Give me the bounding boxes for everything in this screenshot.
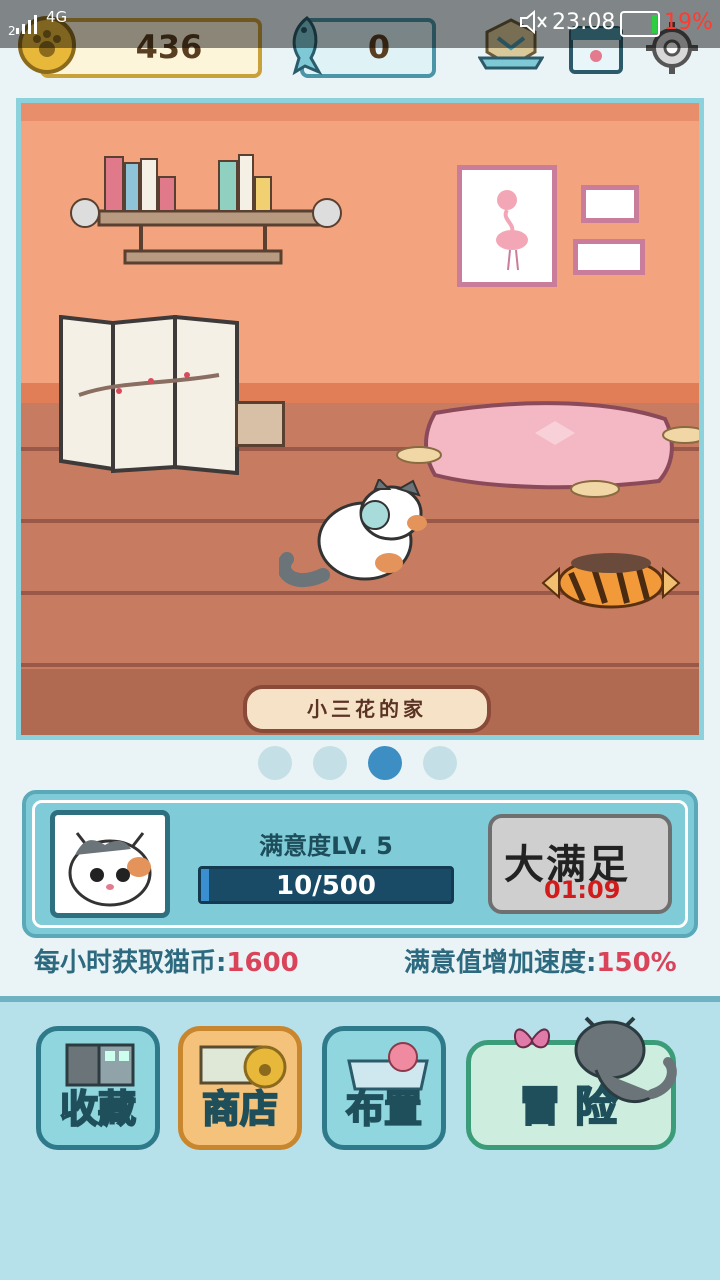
- shop-button[interactable]: 商店: [178, 1026, 302, 1150]
- satisfaction-speed-value: 150%: [596, 948, 677, 978]
- calico-cat[interactable]: [277, 477, 449, 597]
- room-name-plate: 小三花的家: [243, 685, 491, 733]
- satisfaction-speed: 满意值增加速度:150%: [404, 942, 677, 979]
- folding-screen[interactable]: [59, 314, 249, 479]
- food-bowl[interactable]: [541, 543, 681, 617]
- cat-room-scene[interactable]: 小三花的家: [16, 98, 704, 740]
- battery-percent: 19%: [664, 10, 713, 35]
- satisfaction-progress-bar: 10/500: [198, 866, 454, 904]
- small-frame-top: [581, 185, 639, 223]
- coins-per-hour-label: 每小时获取猫币:: [34, 948, 227, 978]
- cooldown-timer: 01:09: [544, 876, 621, 904]
- bookshelf[interactable]: [69, 151, 349, 285]
- cat-status-panel: 满意度LV. 5 10/500 大满足 01:09: [22, 790, 698, 938]
- battery-icon: [620, 11, 660, 37]
- butterfly-icon: [510, 1020, 554, 1064]
- coins-per-hour-value: 1600: [226, 948, 299, 978]
- clock: 23:08: [552, 10, 616, 35]
- page-dot-4[interactable]: [423, 746, 457, 780]
- page-dot-3[interactable]: [368, 746, 402, 780]
- satisfaction-progress-text: 10/500: [276, 871, 376, 901]
- ceiling-trim: [21, 103, 699, 121]
- cat-avatar[interactable]: [50, 810, 170, 918]
- collection-button[interactable]: 收藏: [36, 1026, 160, 1150]
- page-dot-2[interactable]: [313, 746, 347, 780]
- network-type: 4G: [46, 8, 68, 26]
- arrange-button[interactable]: 布置: [322, 1026, 446, 1150]
- arrange-label: 布置: [345, 1086, 423, 1132]
- coins-per-hour: 每小时获取猫币:1600: [34, 942, 299, 979]
- satisfaction-level-label: 满意度LV. 5: [259, 832, 393, 860]
- scratch-box: [235, 401, 285, 447]
- shop-label: 商店: [201, 1086, 279, 1132]
- page-dot-1[interactable]: [258, 746, 292, 780]
- satisfaction-speed-label: 满意值增加速度:: [404, 948, 597, 978]
- flamingo-picture-frame[interactable]: [457, 165, 557, 287]
- sim-slot: 2: [8, 24, 16, 38]
- mute-icon: [518, 9, 548, 41]
- big-satisfaction-button[interactable]: 大满足 01:09: [488, 814, 672, 914]
- collection-label: 收藏: [59, 1086, 137, 1132]
- small-frame-bottom: [573, 239, 645, 275]
- status-bar: 2 4G 23:08 19%: [0, 0, 720, 48]
- adventure-cat-icon: [556, 1014, 686, 1128]
